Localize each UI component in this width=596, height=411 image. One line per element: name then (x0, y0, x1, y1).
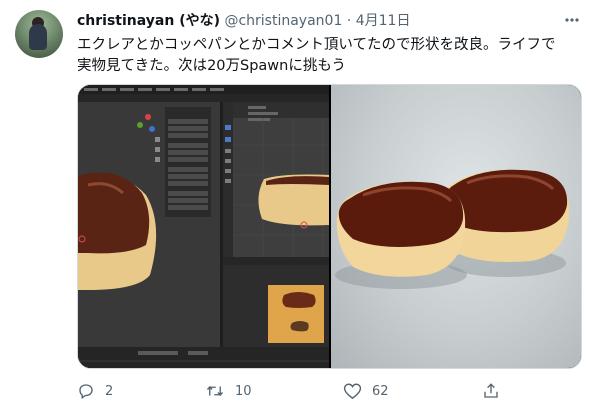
tweet-date[interactable]: 4月11日 (356, 13, 411, 29)
like-icon[interactable] (343, 382, 362, 400)
bun-photo (335, 169, 570, 289)
share-action[interactable] (482, 378, 500, 404)
avatar[interactable] (15, 10, 63, 58)
more-icon[interactable] (564, 12, 580, 28)
like-action[interactable]: 62 (343, 378, 389, 404)
media-image-blender[interactable] (78, 85, 329, 368)
like-count: 62 (372, 383, 389, 399)
avatar-figure (29, 24, 47, 50)
tweet-text-line-2: 実物見てきた。次は20万Spawnに挑もう (77, 58, 346, 74)
retweet-icon[interactable] (205, 382, 225, 400)
reply-icon[interactable] (77, 382, 95, 400)
tweet-header: christinayan (やな) @christinayan01 · 4月11… (77, 11, 576, 31)
retweet-action[interactable]: 10 (205, 378, 252, 404)
retweet-count: 10 (235, 383, 252, 399)
media-image-photo[interactable] (331, 85, 581, 368)
tweet-text: エクレアとかコッペパンとかコメント頂いてたので形状を改良。ライフで 実物見てきた… (77, 35, 577, 77)
tweet-text-line-1: エクレアとかコッペパンとかコメント頂いてたので形状を改良。ライフで (77, 37, 556, 53)
tweet-actions: 2 10 62 (77, 378, 577, 404)
reply-action[interactable]: 2 (77, 378, 113, 404)
header-separator: · (346, 13, 352, 29)
blender-screenshot (78, 85, 329, 368)
tweet-media[interactable] (77, 84, 582, 369)
reply-count: 2 (105, 383, 114, 399)
author-handle[interactable]: @christinayan01 (224, 13, 342, 29)
author-name[interactable]: christinayan (やな) (77, 13, 220, 29)
share-icon[interactable] (482, 382, 500, 400)
